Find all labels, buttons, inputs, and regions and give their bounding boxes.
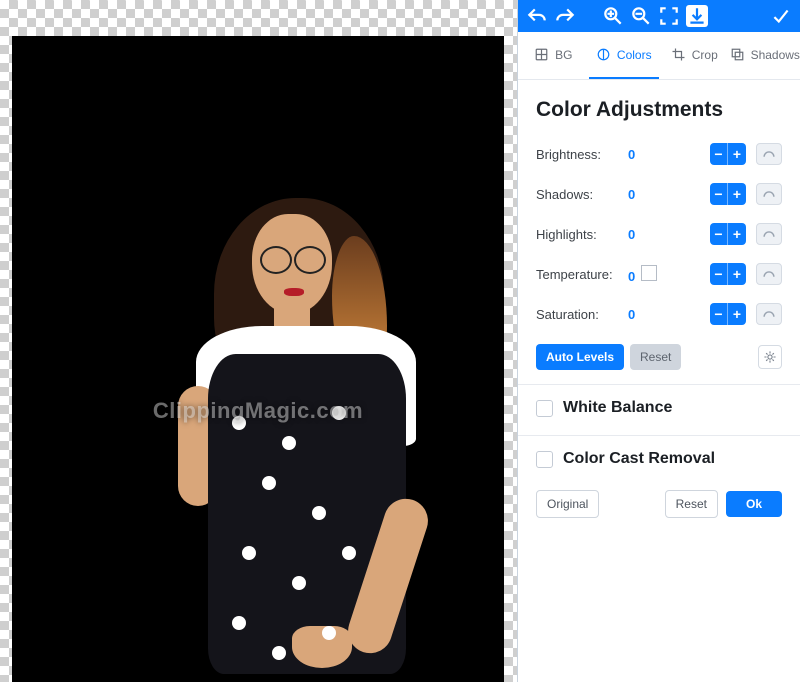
highlights-reset[interactable] [756, 223, 782, 245]
fit-screen-icon[interactable] [658, 5, 680, 27]
checkbox-label: White Balance [563, 399, 672, 417]
bg-icon [534, 47, 549, 62]
temperature-reset[interactable] [756, 263, 782, 285]
highlights-row: Highlights: 0 −+ [536, 220, 782, 248]
slider-value: 0 [628, 265, 710, 284]
canvas-area[interactable]: ClippingMagic.com [0, 0, 517, 682]
plus-button[interactable]: + [728, 303, 746, 325]
temperature-stepper[interactable]: −+ [710, 263, 746, 285]
minus-button[interactable]: − [710, 143, 728, 165]
gear-icon [763, 350, 777, 364]
redo-icon[interactable] [554, 5, 576, 27]
slider-label: Saturation: [536, 307, 628, 322]
plus-button[interactable]: + [728, 183, 746, 205]
tab-colors[interactable]: Colors [589, 32, 660, 79]
brightness-stepper[interactable]: −+ [710, 143, 746, 165]
tab-bg[interactable]: BG [518, 32, 589, 79]
auto-levels-row: Auto Levels Reset [536, 344, 782, 370]
original-button[interactable]: Original [536, 490, 599, 518]
saturation-reset[interactable] [756, 303, 782, 325]
tab-label: Crop [692, 48, 718, 62]
tab-bar: BG Colors Crop Shadows [518, 32, 800, 80]
minus-button[interactable]: − [710, 223, 728, 245]
minus-button[interactable]: − [710, 263, 728, 285]
tab-label: BG [555, 48, 572, 62]
plus-button[interactable]: + [728, 263, 746, 285]
slider-label: Brightness: [536, 147, 628, 162]
auto-levels-button[interactable]: Auto Levels [536, 344, 624, 370]
shadows-icon [730, 47, 745, 62]
settings-button[interactable] [758, 345, 782, 369]
zoom-out-icon[interactable] [630, 5, 652, 27]
slider-label: Highlights: [536, 227, 628, 242]
reset-small-button[interactable]: Reset [630, 344, 681, 370]
tab-label: Colors [617, 48, 652, 62]
top-toolbar [518, 0, 800, 32]
plus-button[interactable]: + [728, 223, 746, 245]
reset-button[interactable]: Reset [665, 490, 718, 518]
shadows-stepper[interactable]: −+ [710, 183, 746, 205]
temperature-swatch[interactable] [641, 265, 657, 281]
minus-button[interactable]: − [710, 303, 728, 325]
plus-button[interactable]: + [728, 143, 746, 165]
color-cast-removal-checkbox[interactable] [536, 451, 553, 468]
white-balance-checkbox[interactable] [536, 400, 553, 417]
minus-button[interactable]: − [710, 183, 728, 205]
undo-icon[interactable] [526, 5, 548, 27]
slider-value: 0 [628, 187, 710, 202]
tab-label: Shadows [751, 48, 800, 62]
white-balance-row: White Balance [536, 399, 782, 417]
crop-icon [671, 47, 686, 62]
highlights-stepper[interactable]: −+ [710, 223, 746, 245]
checkbox-label: Color Cast Removal [563, 450, 715, 468]
brightness-reset[interactable] [756, 143, 782, 165]
saturation-stepper[interactable]: −+ [710, 303, 746, 325]
tab-crop[interactable]: Crop [659, 32, 730, 79]
shadows-row: Shadows: 0 −+ [536, 180, 782, 208]
slider-value: 0 [628, 307, 710, 322]
brightness-row: Brightness: 0 −+ [536, 140, 782, 168]
color-cast-removal-row: Color Cast Removal [536, 450, 782, 468]
slider-label: Shadows: [536, 187, 628, 202]
colors-icon [596, 47, 611, 62]
shadows-reset[interactable] [756, 183, 782, 205]
tab-shadows[interactable]: Shadows [730, 32, 800, 79]
confirm-button[interactable] [770, 5, 792, 27]
subject-silhouette [172, 206, 422, 682]
saturation-row: Saturation: 0 −+ [536, 300, 782, 328]
zoom-in-icon[interactable] [602, 5, 624, 27]
footer-buttons: Original Reset Ok [536, 490, 782, 518]
image-preview[interactable]: ClippingMagic.com [12, 36, 504, 682]
temperature-row: Temperature: 0 −+ [536, 260, 782, 288]
slider-value: 0 [628, 227, 710, 242]
panel-title: Color Adjustments [536, 98, 782, 122]
slider-label: Temperature: [536, 267, 628, 282]
ok-button[interactable]: Ok [726, 491, 782, 517]
panel-body: Color Adjustments Brightness: 0 −+ Shado… [518, 80, 800, 682]
divider [518, 435, 800, 436]
divider [518, 384, 800, 385]
side-panel: BG Colors Crop Shadows Color Adjustments… [517, 0, 800, 682]
download-button[interactable] [686, 5, 708, 27]
slider-value: 0 [628, 147, 710, 162]
